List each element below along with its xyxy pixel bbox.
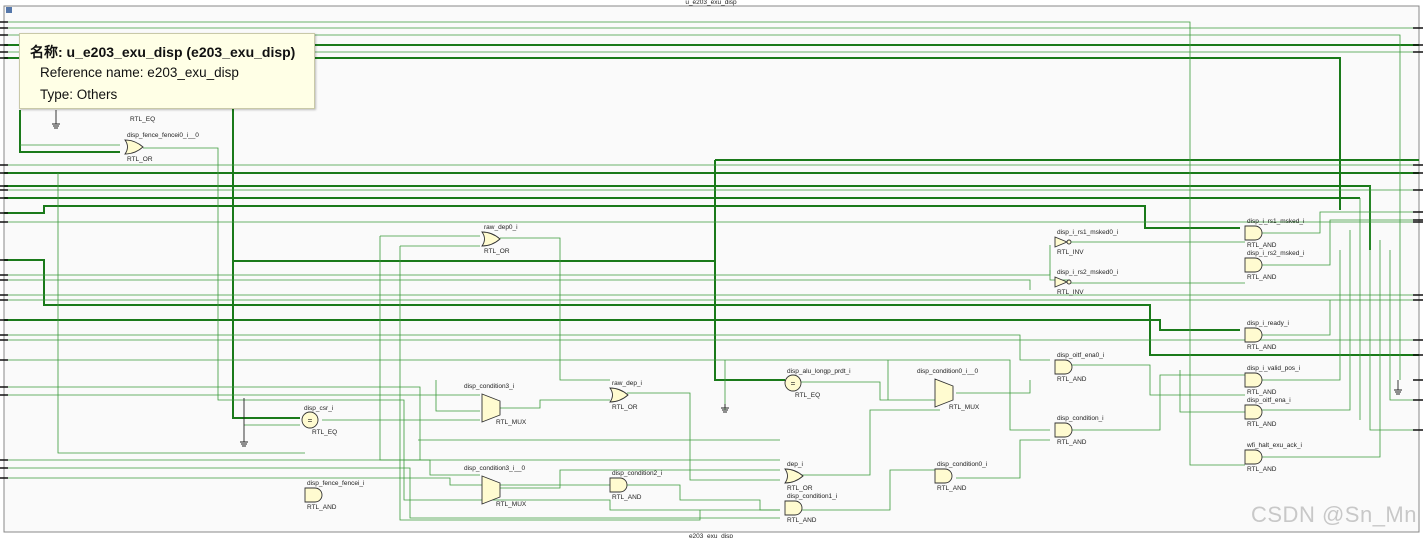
eq-gate-shape[interactable]: = <box>791 379 796 388</box>
and-gate-shape[interactable] <box>1244 225 1263 241</box>
tooltip-reference-name: Reference name: e203_exu_disp <box>40 65 239 80</box>
cell-type-label: RTL_OR <box>612 404 638 411</box>
cell-type-label: RTL_AND <box>612 494 642 501</box>
and-gate-shape[interactable] <box>934 468 953 484</box>
cell-name-label: disp_i_rs2_msked_i <box>1247 250 1304 257</box>
cell-name-label: raw_dep0_i <box>484 224 518 231</box>
cell-name-label: disp_fence_fencei_i <box>307 480 364 487</box>
cell-name-label: disp_i_valid_pos_i <box>1247 365 1300 372</box>
cell-name-label: disp_condition0_i <box>937 461 987 468</box>
cell-type-label: RTL_MUX <box>496 419 527 426</box>
cell-type-label: RTL_AND <box>1247 344 1277 351</box>
cell-name-label: disp_i_rs2_msked0_i <box>1057 269 1118 276</box>
cell-name-label: disp_oitf_ena_i <box>1247 397 1291 404</box>
cell-info-tooltip: 名称: u_e203_exu_disp (e203_exu_disp) Refe… <box>19 33 315 109</box>
cell-type-label: RTL_AND <box>1247 389 1277 396</box>
watermark: CSDN @Sn_Mn <box>1251 502 1417 527</box>
cell-type-label: RTL_AND <box>1247 421 1277 428</box>
and-gate-shape[interactable] <box>304 487 323 503</box>
cell-type-label: RTL_AND <box>1247 466 1277 473</box>
cell-type-label: RTL_OR <box>787 485 813 492</box>
cell-name-label: wfi_halt_exu_ack_i <box>1246 442 1302 449</box>
cell-type-label: RTL_AND <box>1057 376 1087 383</box>
cell-name-label: disp_condition3_i__0 <box>464 465 525 472</box>
and-gate-shape[interactable] <box>1244 404 1263 420</box>
and-gate-shape[interactable] <box>609 477 628 493</box>
cell-type-label: RTL_EQ <box>130 116 155 123</box>
cell-name-label: disp_condition3_i <box>464 383 514 390</box>
module-top-label: u_e203_exu_disp <box>685 0 737 6</box>
cell-name-label: disp_condition2_i <box>612 470 662 477</box>
and-gate-shape[interactable] <box>1054 359 1073 375</box>
cell-type-label: RTL_INV <box>1057 249 1084 256</box>
cell-type-label: RTL_AND <box>937 485 967 492</box>
and-gate-shape[interactable] <box>1244 449 1263 465</box>
cell-type-label: RTL_MUX <box>496 501 527 508</box>
cell-type-label: RTL_OR <box>484 248 510 255</box>
cell-type-label: RTL_AND <box>307 504 337 511</box>
module-icon <box>6 7 12 13</box>
cell-name-label: disp_alu_longp_prdt_i <box>787 368 851 375</box>
and-gate-shape[interactable] <box>784 500 803 516</box>
and-gate-shape[interactable] <box>1244 372 1263 388</box>
cell-name-label: disp_i_rs1_msked_i <box>1247 218 1304 225</box>
cell-type-label: RTL_EQ <box>795 392 820 399</box>
and-gate-shape[interactable] <box>1244 327 1263 343</box>
cell-type-label: RTL_AND <box>1247 274 1277 281</box>
cell-name-label: disp_csr_i <box>304 405 333 412</box>
inv-gate-shape[interactable] <box>1066 239 1072 245</box>
inv-gate-shape[interactable] <box>1066 279 1072 285</box>
tooltip-type: Type: Others <box>40 87 118 102</box>
module-bottom-label: e203_exu_disp <box>689 533 733 538</box>
cell-name-label: raw_dep_i <box>612 380 642 387</box>
cell-name-label: disp_oitf_ena0_i <box>1057 352 1104 359</box>
eq-gate-shape[interactable]: = <box>308 416 313 425</box>
cell-name-label: disp_condition1_i <box>787 493 837 500</box>
cell-type-label: RTL_INV <box>1057 289 1084 296</box>
cell-type-label: RTL_EQ <box>312 429 337 436</box>
cell-type-label: RTL_AND <box>787 517 817 524</box>
and-gate-shape[interactable] <box>1054 422 1073 438</box>
cell-name-label: dep_i <box>787 461 803 468</box>
cell-name-label: disp_fence_fencei0_i__0 <box>127 132 199 139</box>
cell-name-label: disp_i_rs1_msked0_i <box>1057 229 1118 236</box>
cell-type-label: RTL_MUX <box>949 404 980 411</box>
cell-name-label: disp_condition0_i__0 <box>917 368 978 375</box>
cell-type-label: RTL_AND <box>1057 439 1087 446</box>
cell-type-label: RTL_OR <box>127 156 153 163</box>
cell-name-label: disp_condition_i <box>1057 415 1104 422</box>
and-gate-shape[interactable] <box>1244 257 1263 273</box>
cell-c0[interactable]: RTL_EQ <box>130 116 155 123</box>
cell-name-label: disp_i_ready_i <box>1247 320 1289 327</box>
cell-type-label: RTL_AND <box>1247 242 1277 249</box>
tooltip-title: 名称: u_e203_exu_disp (e203_exu_disp) <box>30 44 296 60</box>
